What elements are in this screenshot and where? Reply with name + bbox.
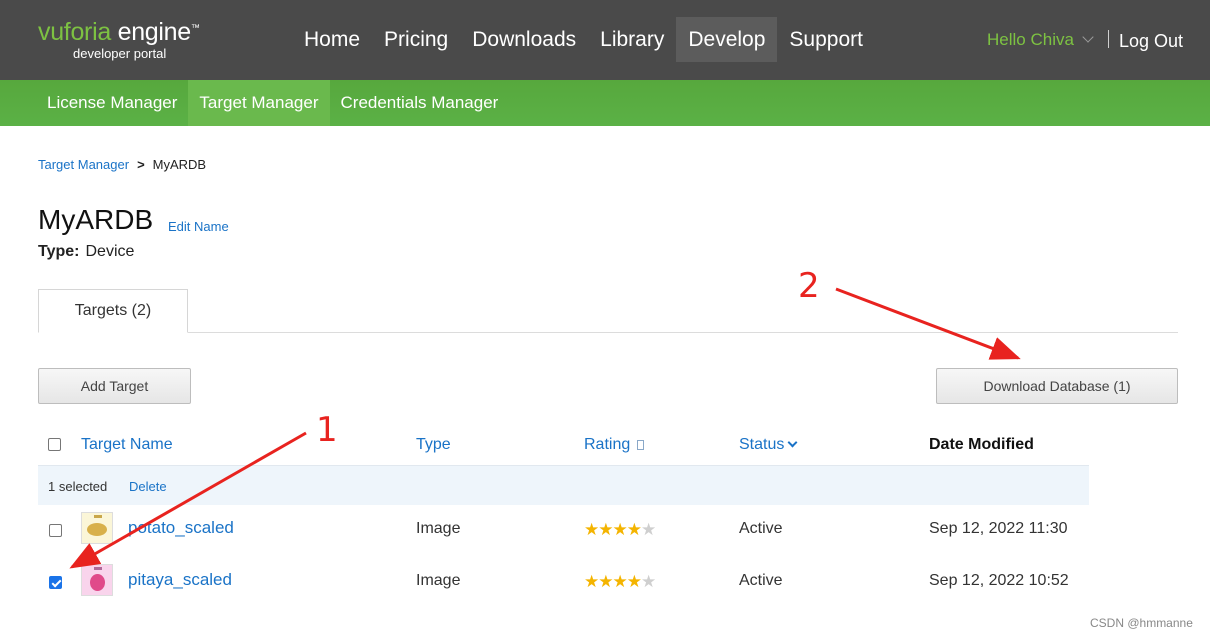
annotation-overlay (69, 287, 1021, 569)
annotation-label-2: 2 (798, 266, 820, 306)
annotation-arrow-2 (835, 287, 1021, 360)
watermark: CSDN @hmmanne (1090, 616, 1193, 630)
annotation-label-1: 1 (316, 410, 338, 450)
annotation-arrow-1 (69, 431, 307, 569)
